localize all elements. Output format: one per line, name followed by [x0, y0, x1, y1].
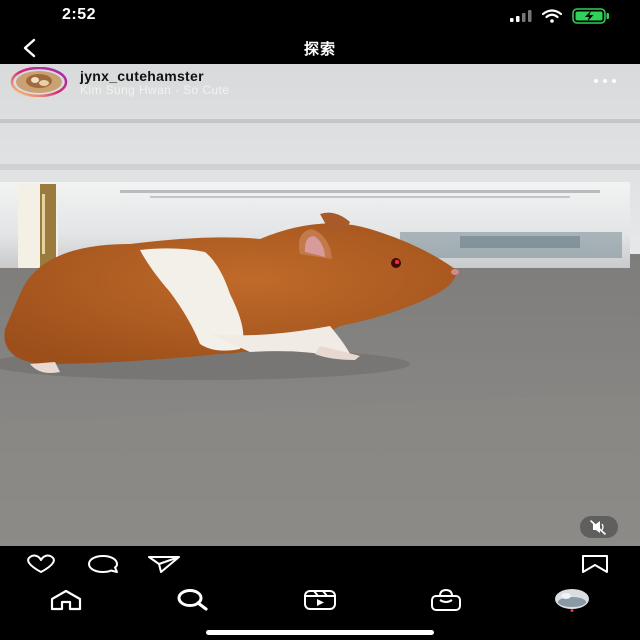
- speaker-muted-icon: [590, 520, 606, 535]
- nav-bar: 探索: [0, 32, 640, 64]
- battery-charging-icon: [572, 8, 609, 24]
- user-avatar[interactable]: [10, 66, 68, 98]
- tab-home[interactable]: [48, 588, 84, 612]
- share-button[interactable]: [146, 554, 180, 574]
- status-bar: 2:52: [0, 0, 640, 32]
- mute-toggle-button[interactable]: [580, 516, 618, 538]
- post-action-bar: [0, 546, 640, 580]
- comment-button[interactable]: [86, 554, 118, 574]
- more-horizontal-icon: [594, 79, 616, 83]
- tab-reels[interactable]: [302, 588, 338, 612]
- profile-avatar: [555, 589, 589, 612]
- post-header: jynx_cutehamster Kim Sung Hwan · So Cute: [0, 64, 640, 100]
- comment-icon: [88, 555, 118, 573]
- status-time: 2:52: [62, 6, 97, 23]
- cellular-signal-icon: [510, 10, 532, 22]
- avatar-story-ring: [10, 66, 68, 98]
- tab-search[interactable]: [174, 588, 210, 612]
- share-icon: [148, 556, 180, 573]
- home-indicator: [206, 630, 434, 635]
- bookmark-icon: [582, 555, 608, 573]
- status-icons: [510, 8, 610, 24]
- page-title: 探索: [303, 41, 336, 58]
- shop-icon: [431, 588, 461, 611]
- hamster-video-frame: [0, 64, 640, 546]
- home-icon: [50, 589, 82, 611]
- save-button[interactable]: [580, 554, 610, 574]
- post-video[interactable]: [0, 64, 640, 546]
- reels-icon: [304, 590, 336, 610]
- wifi-icon: [542, 9, 562, 23]
- post-audio-subtitle[interactable]: Kim Sung Hwan · So Cute: [80, 83, 229, 97]
- heart-icon: [27, 554, 55, 573]
- search-icon: [177, 589, 208, 611]
- post-username[interactable]: jynx_cutehamster: [80, 68, 204, 84]
- like-button[interactable]: [24, 554, 55, 574]
- tab-profile[interactable]: [554, 588, 590, 612]
- bottom-tab-bar: [0, 580, 640, 640]
- more-options-button[interactable]: [592, 72, 618, 90]
- tab-shop[interactable]: [428, 588, 464, 612]
